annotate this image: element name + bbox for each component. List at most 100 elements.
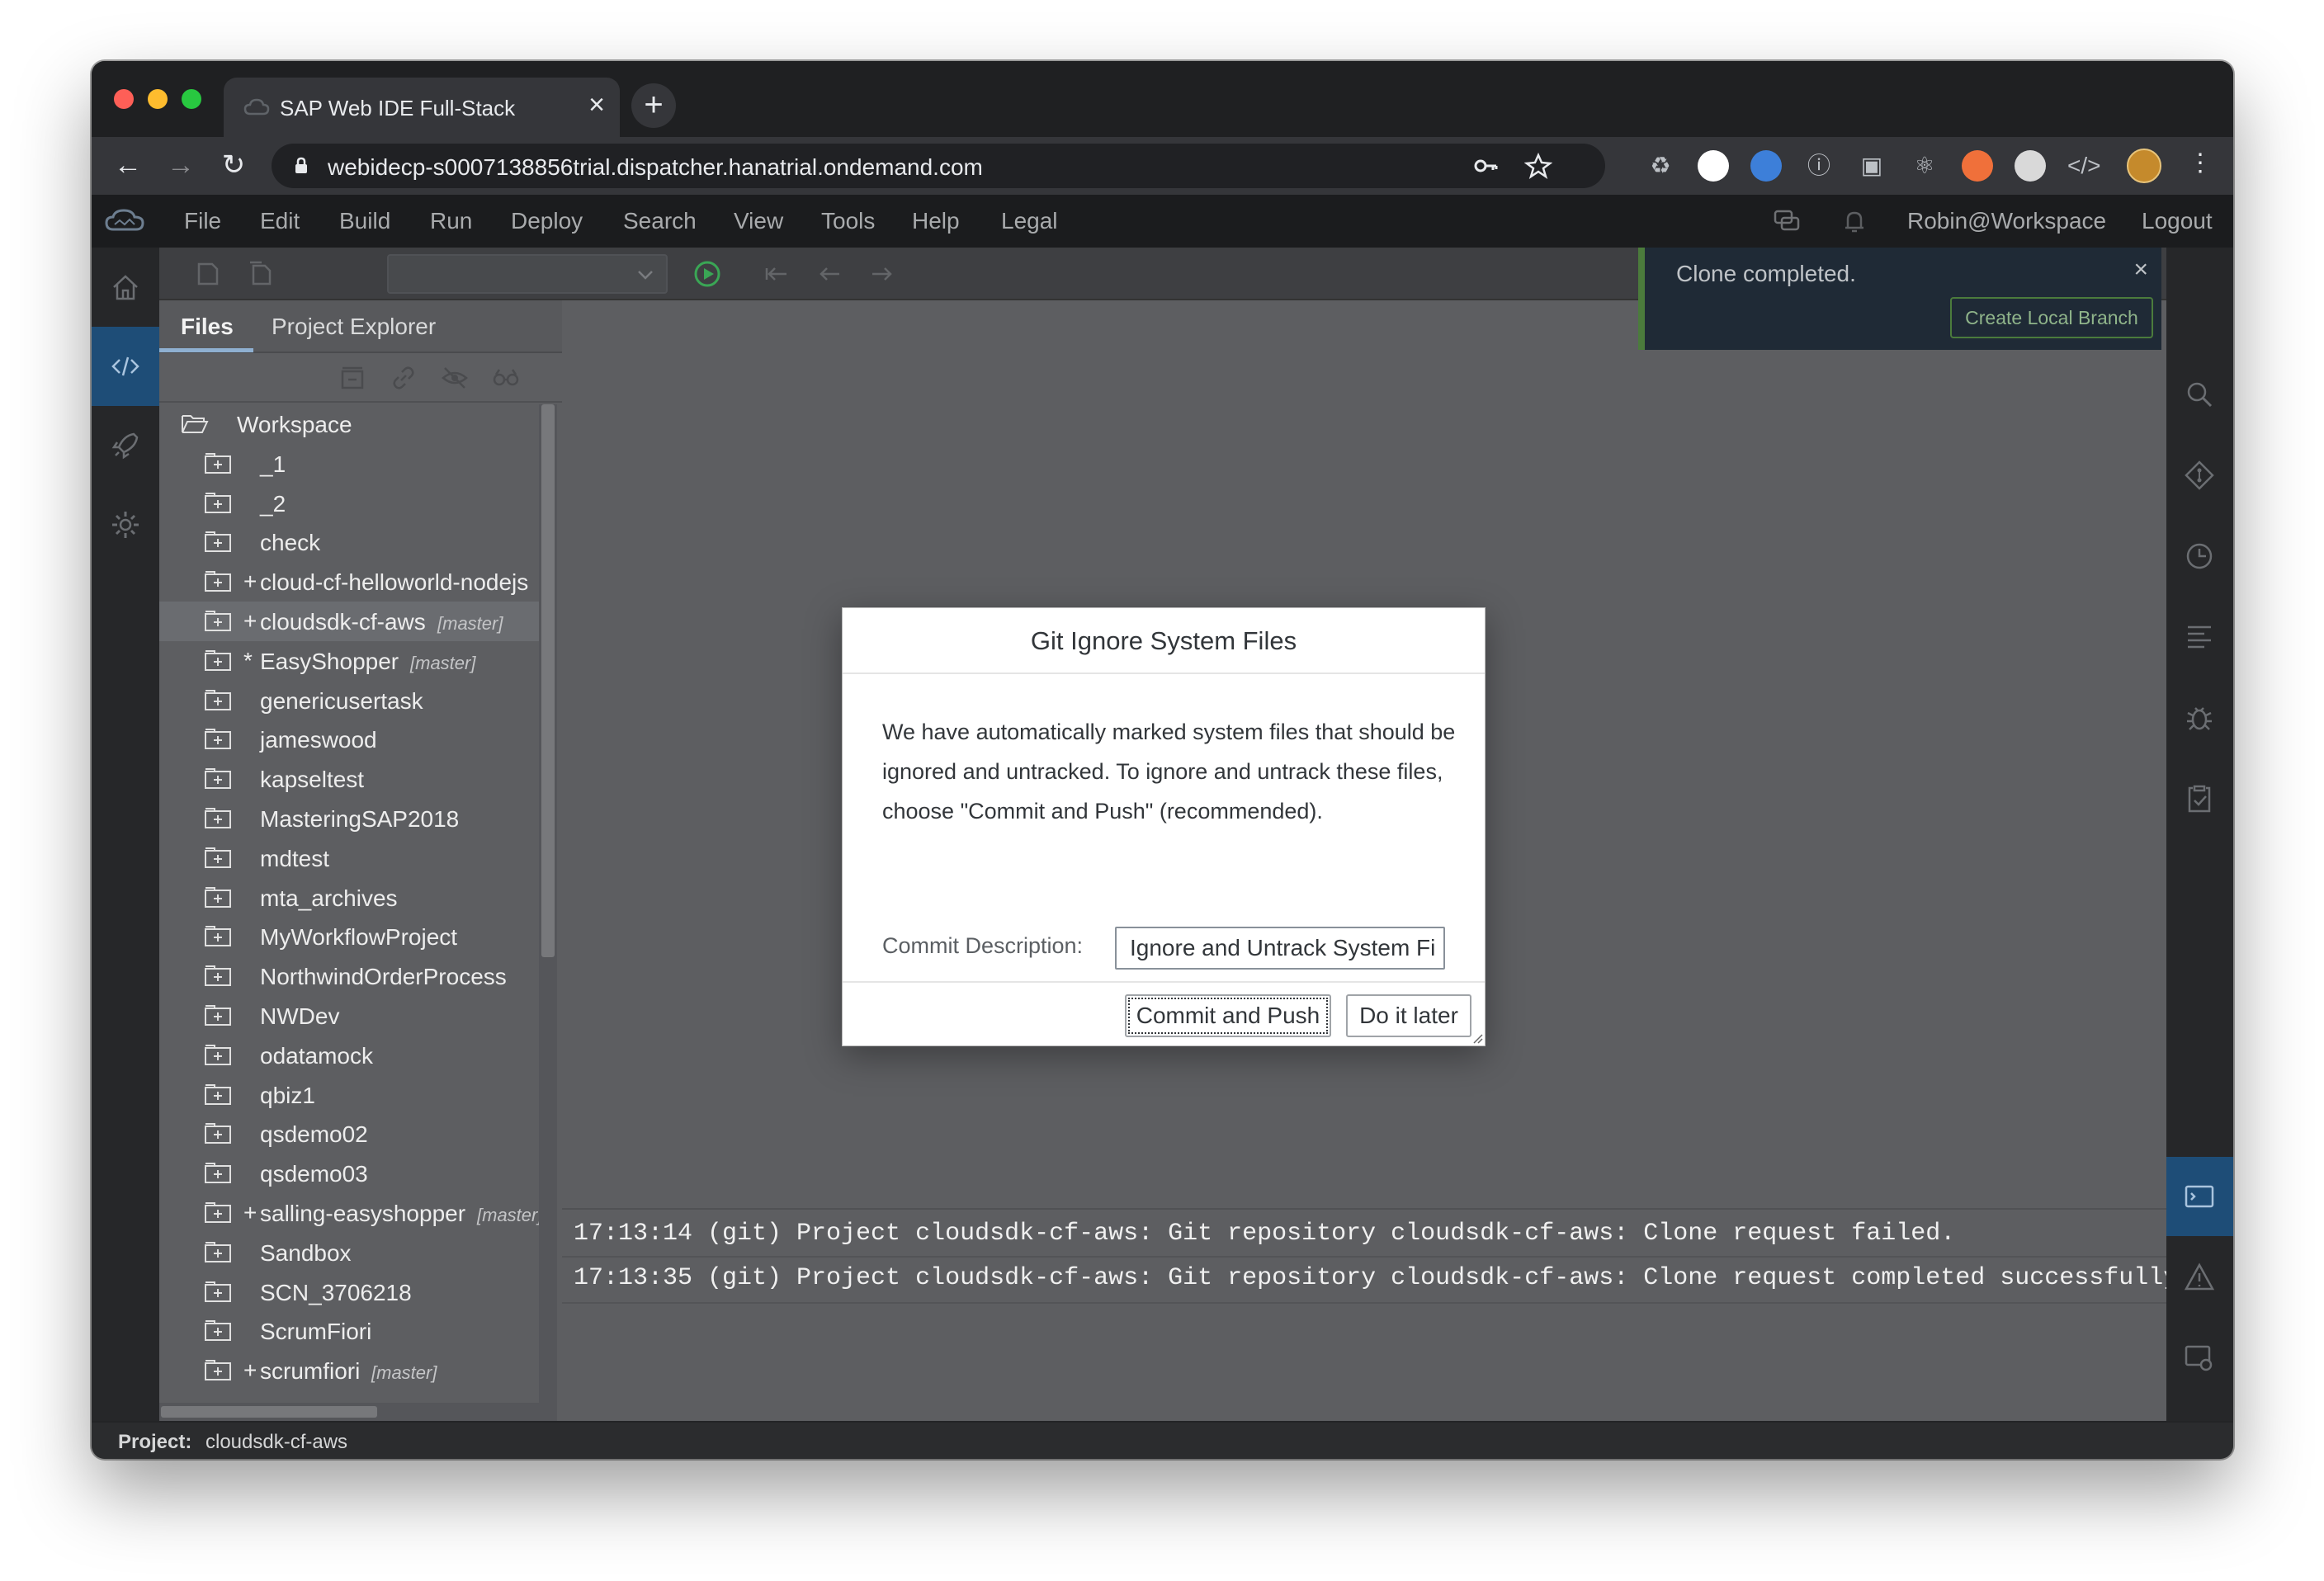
- tree-item[interactable]: _2: [159, 484, 539, 523]
- tree-item[interactable]: MasteringSAP2018: [159, 799, 539, 838]
- key-icon[interactable]: [1471, 152, 1500, 180]
- toast-close-icon[interactable]: ×: [2133, 256, 2148, 284]
- tree-item[interactable]: _1: [159, 444, 539, 484]
- tab-files[interactable]: Files: [181, 314, 234, 340]
- forward-icon[interactable]: →: [163, 147, 199, 183]
- folder-icon[interactable]: [204, 1044, 232, 1067]
- folder-icon[interactable]: [204, 1281, 232, 1304]
- tree-item[interactable]: check: [159, 522, 539, 562]
- folder-icon[interactable]: [204, 886, 232, 909]
- reload-icon[interactable]: ↻: [215, 147, 252, 183]
- commit-description-input[interactable]: Ignore and Untrack System Fi: [1115, 927, 1445, 970]
- resize-grip-icon[interactable]: [1470, 1031, 1483, 1044]
- security-pane-button[interactable]: [2166, 1399, 2233, 1421]
- create-local-branch-button[interactable]: Create Local Branch: [1950, 297, 2153, 338]
- menu-run[interactable]: Run: [430, 208, 472, 234]
- folder-icon[interactable]: [204, 1162, 232, 1185]
- history-pane-button[interactable]: [2166, 517, 2233, 596]
- folder-icon[interactable]: [204, 1201, 232, 1225]
- folder-icon[interactable]: [204, 570, 232, 593]
- tab-close-icon[interactable]: ×: [588, 89, 605, 121]
- lifebuoy-extension-icon[interactable]: [1962, 150, 1993, 182]
- folder-icon[interactable]: [204, 1004, 232, 1027]
- commit-and-push-button[interactable]: Commit and Push: [1125, 994, 1331, 1037]
- link-icon[interactable]: [389, 363, 418, 393]
- tree-item[interactable]: SCN_3706218: [159, 1272, 539, 1312]
- tree-item[interactable]: + salling-easyshopper [master]: [159, 1193, 539, 1233]
- ghostery-extension-icon[interactable]: [1698, 150, 1729, 182]
- folder-icon[interactable]: [204, 1359, 232, 1382]
- folder-icon[interactable]: [204, 807, 232, 830]
- tree-item[interactable]: genericusertask: [159, 681, 539, 720]
- tab-project-explorer[interactable]: Project Explorer: [272, 314, 436, 340]
- tree-item[interactable]: + cloudsdk-cf-aws [master]: [159, 602, 539, 641]
- do-it-later-button[interactable]: Do it later: [1346, 994, 1471, 1037]
- folder-icon[interactable]: [204, 1319, 232, 1343]
- tree-item[interactable]: odatamock: [159, 1036, 539, 1075]
- menu-kebab-icon[interactable]: ⋮: [2188, 149, 2213, 177]
- folder-icon[interactable]: [204, 649, 232, 673]
- collapse-all-icon[interactable]: [338, 363, 367, 393]
- tree-item[interactable]: NWDev: [159, 996, 539, 1036]
- folder-icon[interactable]: [204, 1083, 232, 1107]
- star-icon[interactable]: [1524, 152, 1552, 180]
- tree-item[interactable]: mdtest: [159, 838, 539, 878]
- folder-icon[interactable]: [204, 452, 232, 475]
- new-tab-button[interactable]: +: [631, 83, 676, 128]
- tree-root[interactable]: Workspace: [159, 404, 539, 444]
- tree-item[interactable]: Sandbox: [159, 1233, 539, 1272]
- run-configuration-select[interactable]: [387, 254, 668, 294]
- development-button[interactable]: [92, 327, 159, 406]
- console-pane-button[interactable]: [2166, 1157, 2233, 1236]
- git-pane-button[interactable]: [2166, 436, 2233, 515]
- maximize-window-button[interactable]: [182, 89, 201, 109]
- scrollbar-thumb[interactable]: [161, 1406, 377, 1418]
- menu-view[interactable]: View: [734, 208, 783, 234]
- tree-item[interactable]: mta_archives: [159, 878, 539, 918]
- tree-item[interactable]: jameswood: [159, 720, 539, 759]
- menu-search[interactable]: Search: [623, 208, 697, 234]
- tree-item[interactable]: * EasyShopper [master]: [159, 641, 539, 681]
- menu-legal[interactable]: Legal: [1001, 208, 1058, 234]
- explorer-scrollbar-vertical[interactable]: [539, 404, 557, 1421]
- folder-icon[interactable]: [204, 847, 232, 870]
- folder-icon[interactable]: [204, 728, 232, 751]
- explorer-scrollbar-horizontal[interactable]: [159, 1403, 539, 1421]
- outline-pane-button[interactable]: [2166, 597, 2233, 677]
- react-extension-icon[interactable]: ⚛: [1909, 150, 1940, 182]
- run-icon[interactable]: [692, 259, 722, 289]
- folder-icon[interactable]: [204, 767, 232, 790]
- tree-item[interactable]: qsdemo02: [159, 1114, 539, 1154]
- tree-item[interactable]: qbiz1: [159, 1075, 539, 1115]
- tree-item[interactable]: MyWorkflowProject: [159, 917, 539, 956]
- undo-all-icon[interactable]: [762, 259, 791, 289]
- tree-item[interactable]: ScrumFiori: [159, 1311, 539, 1351]
- glasses-icon[interactable]: [491, 363, 521, 393]
- menu-help[interactable]: Help: [912, 208, 960, 234]
- info-extension-icon[interactable]: ⓘ: [1803, 150, 1835, 182]
- tree-item[interactable]: + scrumfiori [master]: [159, 1351, 539, 1390]
- folder-icon[interactable]: [204, 610, 232, 633]
- logout-link[interactable]: Logout: [2142, 208, 2213, 234]
- code-extension-icon[interactable]: </>: [2067, 150, 2100, 182]
- menu-edit[interactable]: Edit: [260, 208, 300, 234]
- address-bar[interactable]: webidecp-s0007138856trial.dispatcher.han…: [272, 144, 1605, 188]
- menu-file[interactable]: File: [184, 208, 221, 234]
- camera-extension-icon[interactable]: ▣: [1856, 150, 1887, 182]
- profile-avatar[interactable]: [2127, 149, 2161, 183]
- problems-pane-button[interactable]: [2166, 1238, 2233, 1317]
- tasks-pane-button[interactable]: [2166, 759, 2233, 838]
- home-button[interactable]: [92, 248, 159, 327]
- back-icon[interactable]: ←: [110, 147, 146, 183]
- menu-build[interactable]: Build: [339, 208, 390, 234]
- undo-icon[interactable]: [815, 259, 844, 289]
- folder-icon[interactable]: [204, 689, 232, 712]
- tree-item[interactable]: NorthwindOrderProcess: [159, 956, 539, 996]
- folder-icon[interactable]: [204, 925, 232, 948]
- bell-icon[interactable]: [1840, 206, 1869, 236]
- chat-icon[interactable]: [1772, 206, 1802, 236]
- hide-icon[interactable]: [440, 363, 470, 393]
- folder-icon[interactable]: [204, 531, 232, 554]
- recycle-extension-icon[interactable]: ♻: [1645, 150, 1676, 182]
- save-icon[interactable]: [192, 259, 222, 289]
